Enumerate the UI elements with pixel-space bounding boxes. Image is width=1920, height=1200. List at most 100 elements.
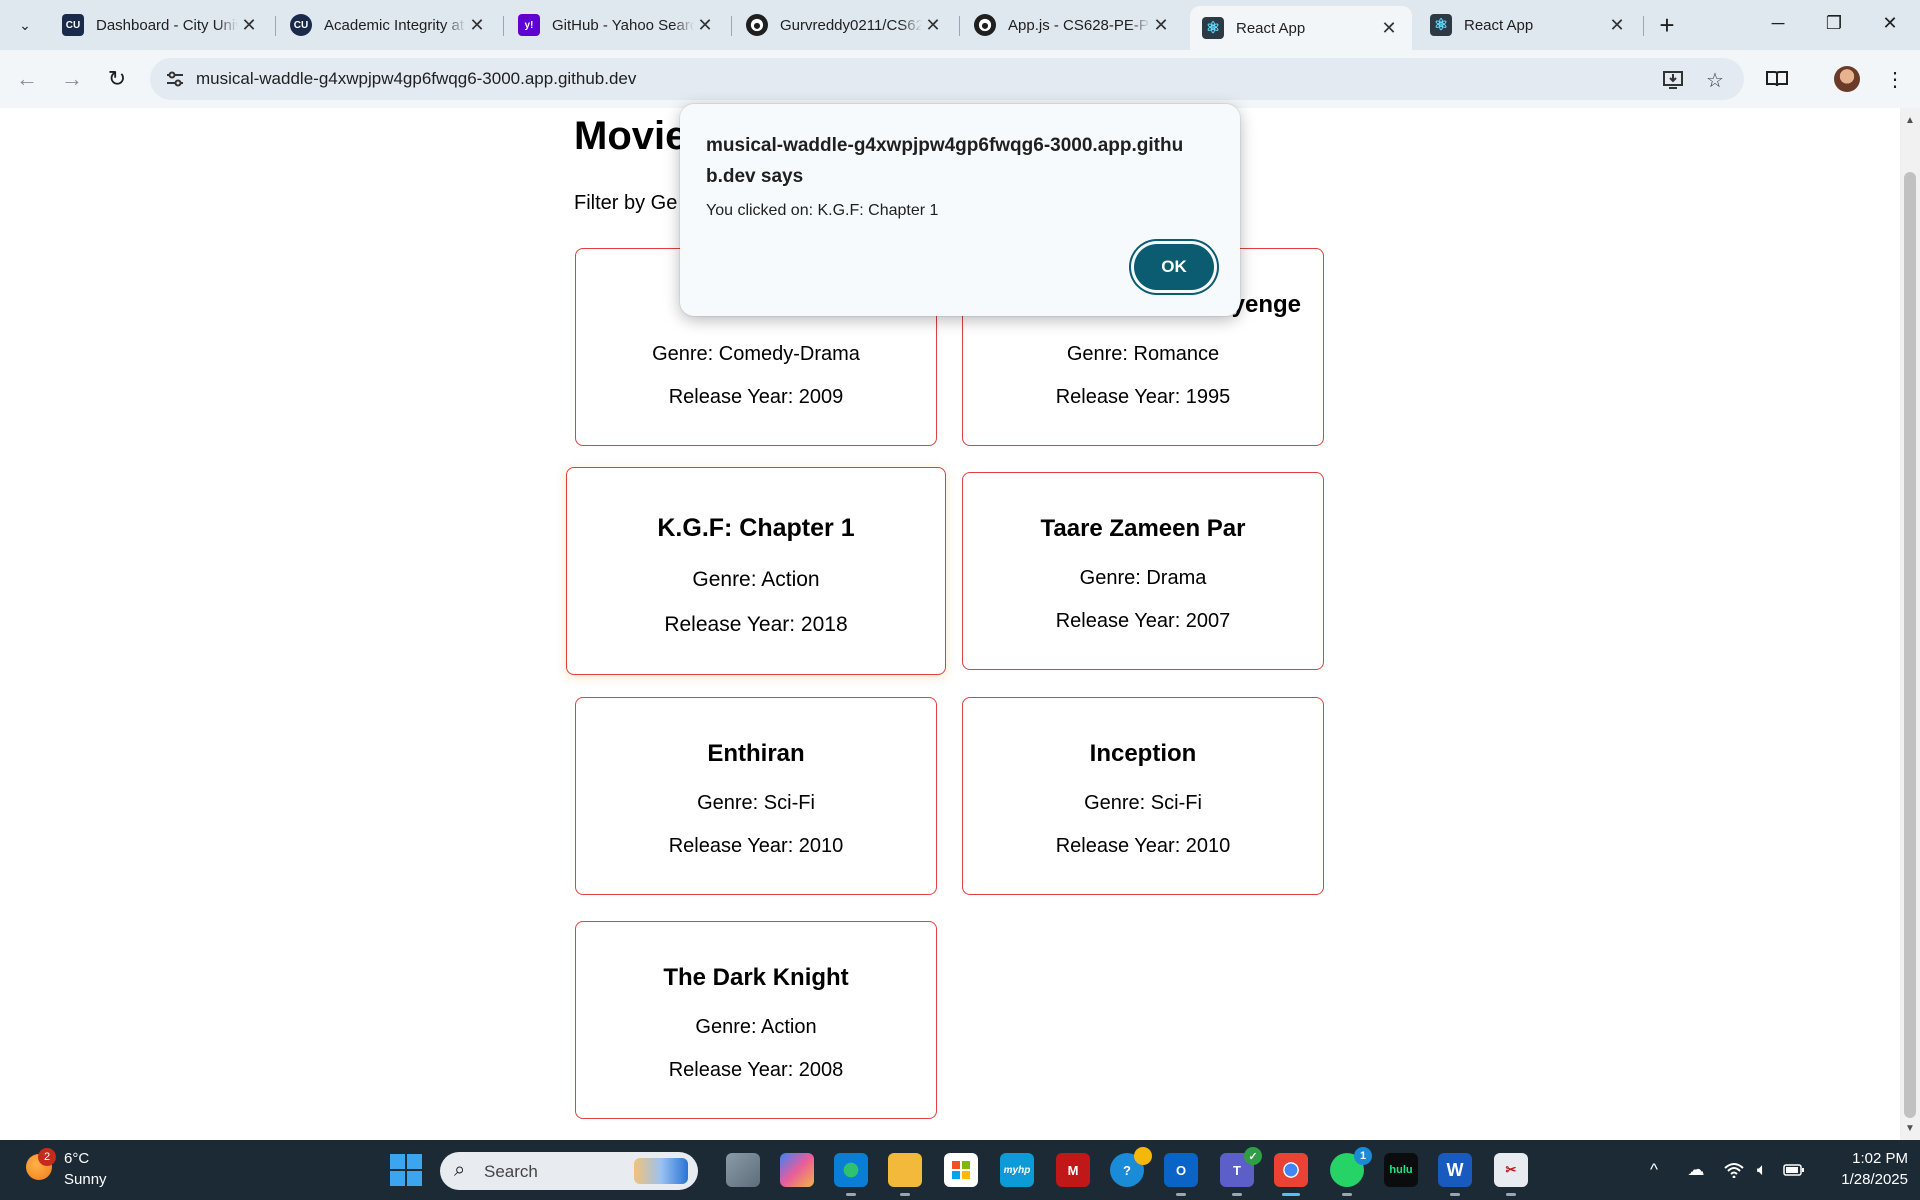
tab-divider — [959, 16, 960, 36]
movie-card[interactable]: Taare Zameen Par Genre: Drama Release Ye… — [962, 472, 1324, 670]
menu-kebab-icon[interactable]: ⋮ — [1880, 64, 1910, 94]
tab-divider — [275, 16, 276, 36]
teams-icon[interactable]: T ✓ — [1220, 1147, 1262, 1196]
scroll-thumb[interactable] — [1904, 172, 1916, 1118]
movie-genre: Genre: Sci-Fi — [1084, 792, 1202, 814]
clock-date[interactable]: 1/28/2025 — [1818, 1171, 1908, 1188]
movie-release-year: Release Year: 2009 — [668, 386, 844, 408]
cu-favicon-icon: CU — [290, 14, 312, 36]
close-icon[interactable]: ✕ — [238, 15, 260, 36]
react-favicon-icon: ⚛ — [1202, 17, 1224, 39]
bookmark-star-icon[interactable]: ☆ — [1702, 67, 1728, 93]
close-icon[interactable]: ✕ — [1606, 15, 1628, 36]
github-favicon-icon — [974, 14, 996, 36]
edge-browser-icon[interactable] — [834, 1153, 868, 1196]
browser-toolbar: ← → ↻ musical-waddle-g4xwpjpw4gp6fwqg6-3… — [0, 50, 1920, 108]
dialog-message: You clicked on: K.G.F: Chapter 1 — [706, 202, 939, 219]
hulu-icon[interactable]: hulu — [1384, 1153, 1418, 1187]
tab-academic-integrity[interactable]: CU Academic Integrity at ✕ — [278, 6, 500, 44]
movie-card[interactable]: The Dark Knight Genre: Action Release Ye… — [575, 921, 937, 1119]
tab-react-app[interactable]: ⚛ React App ✕ — [1418, 6, 1640, 44]
movie-genre: Genre: Action — [692, 568, 820, 591]
onedrive-cloud-icon[interactable]: ☁ — [1684, 1158, 1708, 1182]
weather-temperature[interactable]: 6°C — [64, 1150, 89, 1167]
page-scrollbar[interactable]: ▲ ▼ — [1900, 108, 1920, 1140]
movie-release-year: Release Year: 2010 — [668, 835, 844, 857]
windows-start-icon[interactable] — [390, 1154, 422, 1186]
whatsapp-badge: 1 — [1354, 1147, 1372, 1165]
volume-icon[interactable]: 🔈︎ — [1750, 1158, 1774, 1182]
teams-check-badge-icon: ✓ — [1244, 1147, 1262, 1165]
tab-strip: ⌄ CU Dashboard - City Univ ✕ CU Academic… — [0, 0, 1920, 50]
github-favicon-icon — [746, 14, 768, 36]
profile-avatar[interactable] — [1834, 66, 1860, 92]
tab-title: Dashboard - City Univ — [96, 16, 238, 34]
page-title: Movie — [574, 114, 688, 158]
movie-card-kgf[interactable]: K.G.F: Chapter 1 Genre: Action Release Y… — [566, 467, 946, 675]
movie-title: Enthiran — [707, 740, 805, 767]
search-placeholder: Search — [484, 1162, 538, 1181]
tab-appjs[interactable]: App.js - CS628-PE-Pa ✕ — [962, 6, 1184, 44]
scroll-down-arrow-icon[interactable]: ▼ — [1900, 1118, 1920, 1138]
myhp-icon[interactable]: myhp — [1000, 1153, 1034, 1187]
tab-search-chevron-icon[interactable]: ⌄ — [10, 10, 40, 40]
install-app-icon[interactable] — [1660, 67, 1686, 93]
minimize-icon[interactable]: ─ — [1750, 0, 1806, 46]
snipping-tool-icon[interactable]: ✂ — [1494, 1153, 1528, 1196]
genre-filter-label: Filter by Ge — [574, 192, 678, 214]
site-info-tune-icon[interactable] — [164, 68, 186, 90]
movie-genre: Genre: Romance — [1066, 343, 1220, 365]
close-window-icon[interactable]: ✕ — [1862, 0, 1918, 46]
movie-genre: Genre: Sci-Fi — [697, 792, 815, 814]
clock-time[interactable]: 1:02 PM — [1838, 1150, 1908, 1167]
close-icon[interactable]: ✕ — [922, 15, 944, 36]
close-icon[interactable]: ✕ — [694, 15, 716, 36]
help-icon[interactable]: ? — [1110, 1147, 1152, 1187]
back-arrow-icon[interactable]: ← — [10, 62, 44, 96]
microsoft-store-icon[interactable] — [944, 1153, 978, 1187]
whatsapp-icon[interactable]: 1 — [1330, 1147, 1372, 1196]
show-hidden-icons-chevron-icon[interactable]: ^ — [1642, 1158, 1666, 1182]
forward-arrow-icon[interactable]: → — [55, 62, 89, 96]
chrome-browser-icon[interactable] — [1274, 1153, 1308, 1196]
outlook-icon[interactable]: O — [1164, 1153, 1198, 1196]
movie-card[interactable]: Inception Genre: Sci-Fi Release Year: 20… — [962, 697, 1324, 895]
close-icon[interactable]: ✕ — [466, 15, 488, 36]
tab-title: React App — [1236, 19, 1306, 37]
task-view-icon[interactable] — [726, 1153, 760, 1187]
movie-card[interactable]: Enthiran Genre: Sci-Fi Release Year: 201… — [575, 697, 937, 895]
reading-list-icon[interactable] — [1762, 64, 1792, 94]
tab-title: App.js - CS628-PE-Pa — [1008, 16, 1150, 34]
yahoo-favicon-icon: y! — [518, 14, 540, 36]
react-favicon-icon: ⚛ — [1430, 14, 1452, 36]
tab-github-yahoo[interactable]: y! GitHub - Yahoo Search ✕ — [506, 6, 728, 44]
restore-icon[interactable]: ❐ — [1806, 0, 1862, 46]
tab-dashboard[interactable]: CU Dashboard - City Univ ✕ — [50, 6, 272, 44]
tab-react-app-active[interactable]: ⚛ React App ✕ — [1190, 6, 1412, 50]
battery-icon[interactable] — [1782, 1158, 1806, 1182]
copilot-icon[interactable] — [780, 1153, 814, 1187]
movie-release-year: Release Year: 2007 — [1055, 610, 1231, 632]
movie-genre: Genre: Comedy-Drama — [652, 343, 860, 365]
file-explorer-icon[interactable] — [888, 1153, 922, 1196]
tab-divider — [1643, 16, 1644, 36]
close-icon[interactable]: ✕ — [1150, 15, 1172, 36]
new-tab-plus-icon[interactable]: + — [1650, 8, 1684, 42]
movie-genre: Genre: Drama — [1079, 567, 1207, 589]
wifi-icon[interactable] — [1722, 1158, 1746, 1182]
tab-title: Gurvreddy0211/CS62 — [780, 16, 922, 34]
tab-divider — [503, 16, 504, 36]
movie-title: K.G.F: Chapter 1 — [657, 514, 855, 542]
scroll-up-arrow-icon[interactable]: ▲ — [1900, 110, 1920, 130]
close-icon[interactable]: ✕ — [1378, 18, 1400, 39]
weather-condition[interactable]: Sunny — [64, 1171, 107, 1188]
movie-release-year: Release Year: 2010 — [1055, 835, 1231, 857]
ok-button[interactable]: OK — [1134, 244, 1214, 290]
tab-github-repo[interactable]: Gurvreddy0211/CS62 ✕ — [734, 6, 956, 44]
mcafee-icon[interactable]: M — [1056, 1153, 1090, 1187]
reload-icon[interactable]: ↻ — [100, 62, 134, 96]
word-icon[interactable]: W — [1438, 1153, 1472, 1196]
taskbar-search-box[interactable]: ⌕ Search — [440, 1152, 698, 1190]
address-bar[interactable]: musical-waddle-g4xwpjpw4gp6fwqg6-3000.ap… — [150, 58, 1744, 100]
dialog-title: musical-waddle-g4xwpjpw4gp6fwqg6-3000.ap… — [706, 135, 1184, 187]
